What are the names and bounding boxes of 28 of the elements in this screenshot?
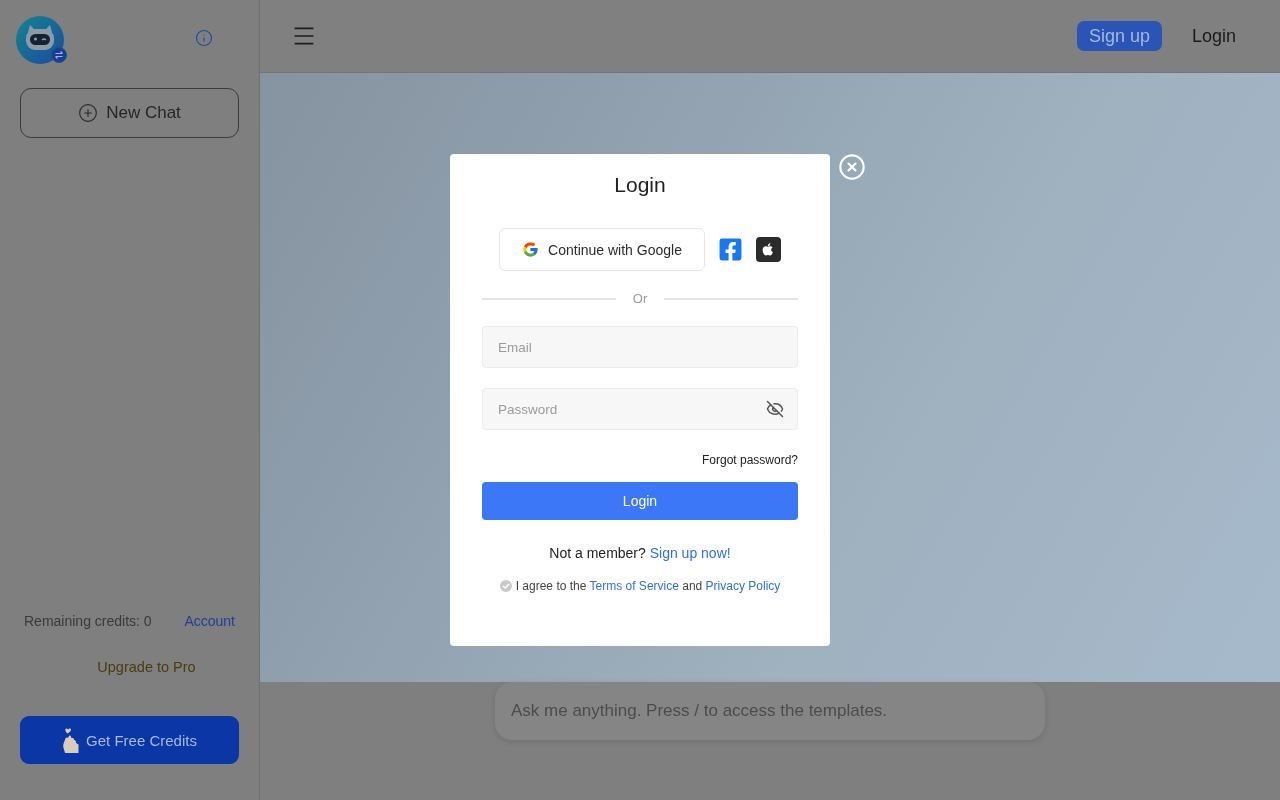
robot-avatar-icon: [16, 16, 67, 64]
divider-label: Or: [632, 291, 648, 306]
check-circle-icon[interactable]: [499, 580, 512, 592]
upgrade-link[interactable]: Upgrade to Pro: [97, 657, 196, 677]
chat-input[interactable]: Ask me anything. Press / to access the templates.: [495, 682, 1045, 740]
forgot-password-link[interactable]: Forgot password?: [701, 453, 798, 467]
hand-heart-icon: [62, 727, 80, 753]
google-sign-in-button[interactable]: Continue with Google: [499, 228, 705, 271]
signup-prompt: Not a member? Sign up now!: [549, 544, 731, 562]
facebook-icon[interactable]: [718, 237, 743, 262]
dialog-title: Login: [614, 172, 666, 198]
terms-link[interactable]: Terms of Service: [589, 579, 679, 593]
close-icon[interactable]: [838, 153, 866, 181]
plus-circle-icon: [78, 103, 99, 123]
sign-up-button[interactable]: Sign up: [1076, 21, 1162, 51]
email-field[interactable]: Email: [482, 326, 798, 368]
privacy-link[interactable]: Privacy Policy: [705, 579, 781, 593]
login-link[interactable]: Login: [1191, 21, 1236, 51]
credits-label: Remaining credits: 0: [24, 612, 152, 631]
google-icon: [522, 241, 540, 258]
login-button[interactable]: Login: [482, 482, 798, 520]
password-field[interactable]: Password: [482, 388, 798, 430]
apple-icon[interactable]: [756, 237, 781, 262]
eye-off-icon[interactable]: [766, 400, 784, 418]
get-free-credits-button[interactable]: Get Free Credits: [20, 716, 239, 764]
sign-up-link[interactable]: Sign up now!: [649, 545, 731, 561]
new-chat-button[interactable]: New Chat: [20, 88, 239, 138]
agreement-text: I agree to the Terms of Service and Privacy Policy: [515, 578, 781, 594]
